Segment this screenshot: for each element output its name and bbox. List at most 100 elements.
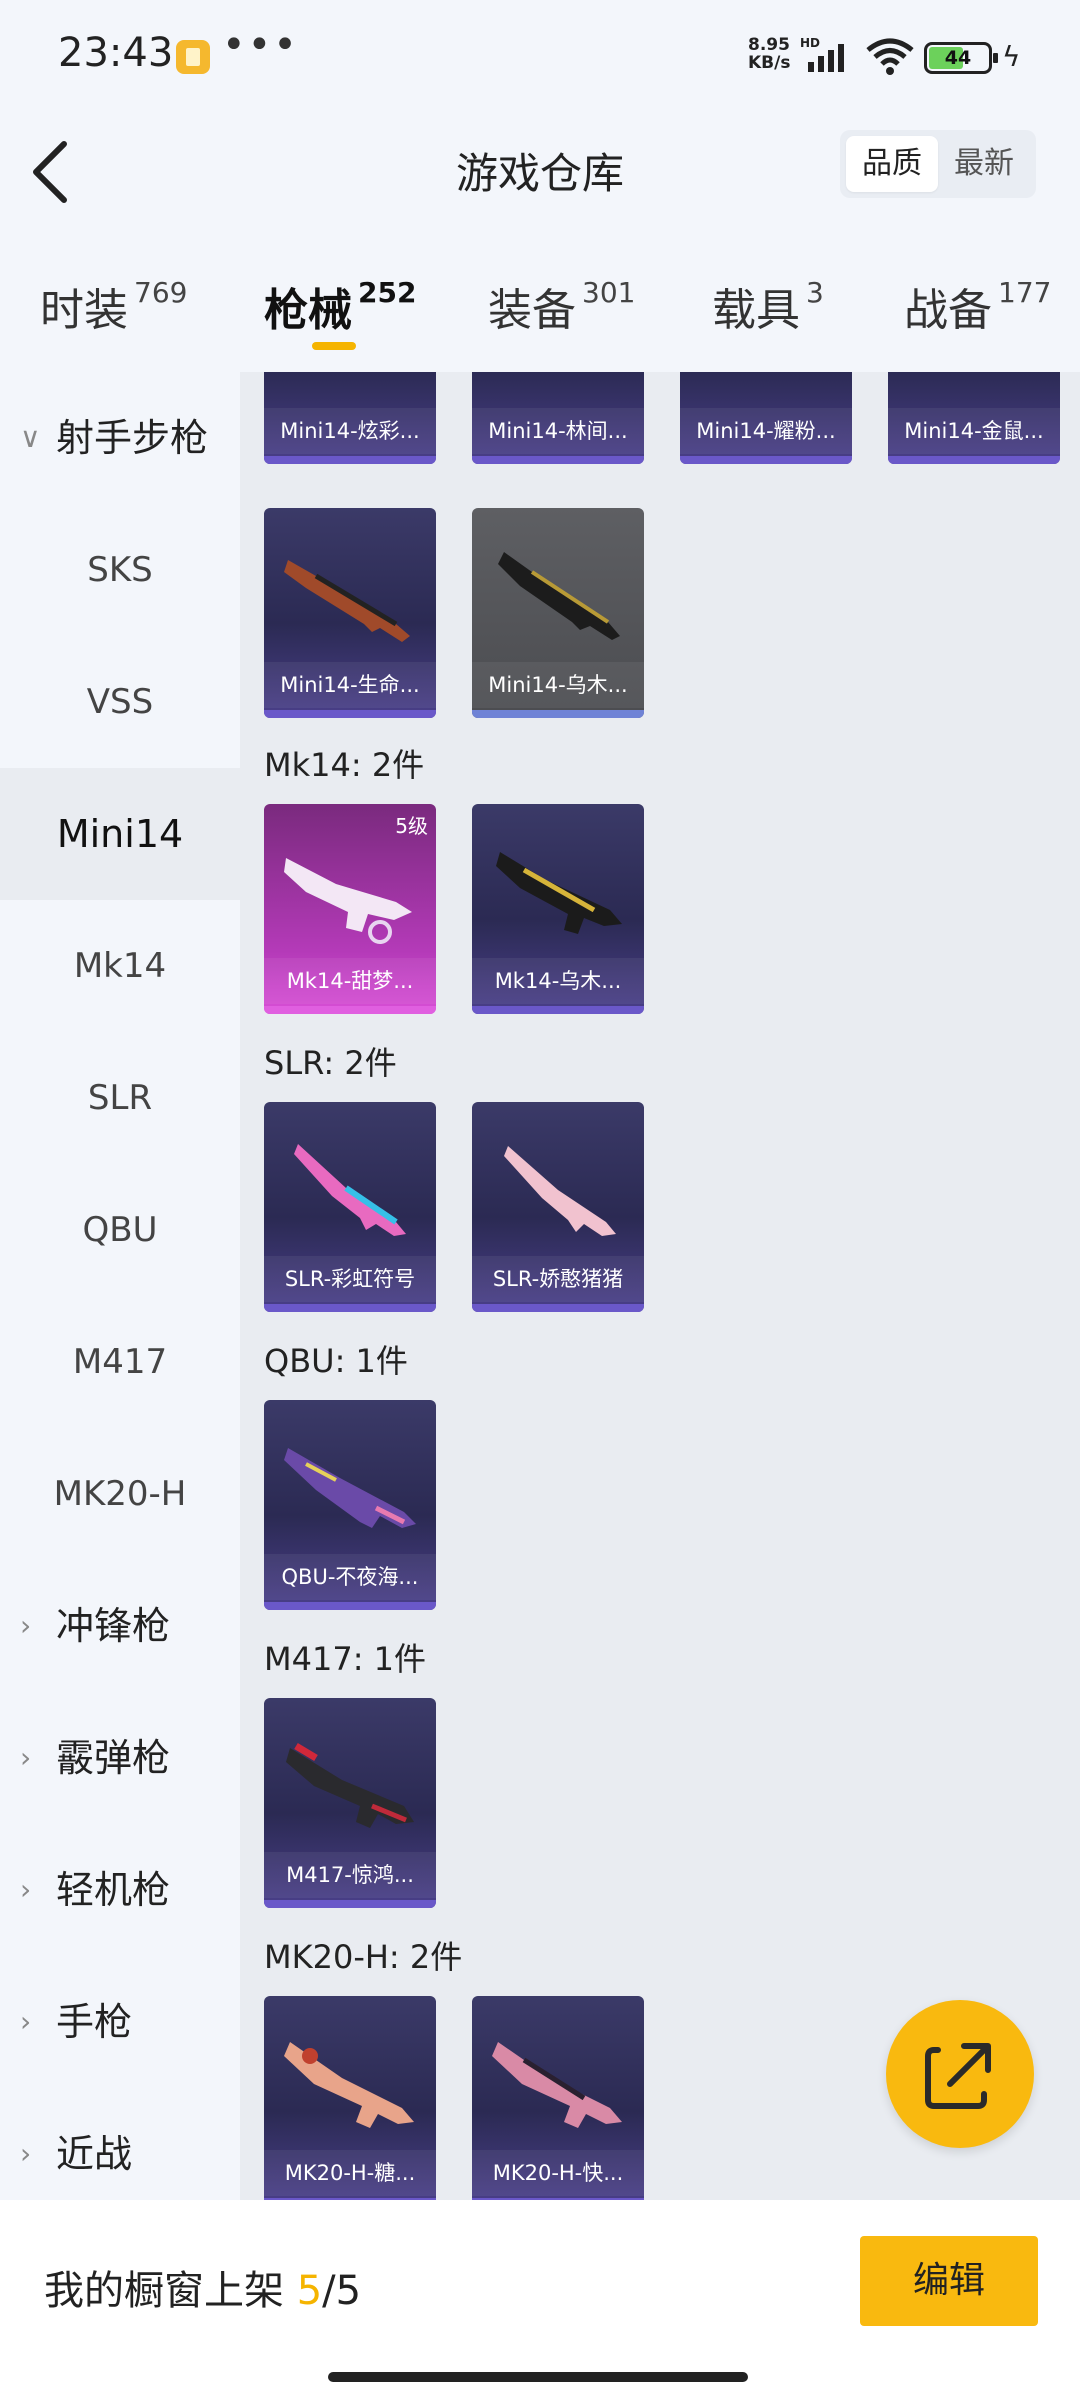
skin-card[interactable]: Mini14-耀粉... [680,372,852,464]
rifle-icon [284,560,410,642]
rifle-icon [496,852,622,934]
tab-vehicles[interactable]: 载具 3 [712,274,824,354]
weapon-type-sidebar: ∨ 射手步枪 SKS VSS Mini14 Mk14 SLR QBU M417 … [0,372,240,2200]
network-speed-unit: KB/s [748,53,791,73]
tab-supplies[interactable]: 战备 177 [904,274,1051,354]
skin-card-name: Mini14-炫彩... [264,408,436,454]
sidebar-group-label: 冲锋枪 [56,1604,171,1648]
skin-card[interactable]: Mk14-乌木... [472,804,644,1014]
skin-card[interactable]: M417-惊鸿... [264,1698,436,1908]
network-speed-value: 8.95 [748,35,790,55]
sidebar-item-mini14[interactable]: Mini14 [0,768,240,900]
network-speed: 8.95 KB/s [748,36,790,72]
skin-card-name: Mk14-乌木... [472,958,644,1004]
sidebar-group-lmg[interactable]: › 轻机枪 [0,1824,240,1956]
sidebar-item-mk20h[interactable]: MK20-H [0,1428,240,1560]
sort-toggle: 品质 最新 [840,130,1036,198]
section-label-qbu: QBU: 1件 [264,1342,408,1380]
rifle-icon [284,858,412,944]
tab-fashion[interactable]: 时装 769 [40,274,187,354]
skin-card[interactable]: 5级 Mk14-甜梦... [264,804,436,1014]
showcase-count-current: 5 [296,2268,323,2314]
skin-card[interactable]: QBU-不夜海... [264,1400,436,1610]
section-label-slr: SLR: 2件 [264,1044,397,1082]
sort-by-newest-button[interactable]: 最新 [938,136,1030,192]
rifle-icon [284,2042,414,2128]
section-label-m417: M417: 1件 [264,1640,427,1678]
sidebar-group-label: 轻机枪 [56,1868,171,1912]
skin-card[interactable]: MK20-H-糖... [264,1996,436,2200]
skin-card[interactable]: Mini14-金鼠... [888,372,1060,464]
tab-count: 301 [582,276,636,309]
rifle-icon [286,1742,414,1828]
share-button[interactable] [886,2000,1034,2148]
tab-count: 3 [806,276,824,309]
status-bar: 23:43 ••• 8.95 KB/s HD 44 ϟ [0,0,1080,110]
rifle-icon [498,552,620,640]
tab-equipment[interactable]: 装备 301 [488,274,635,354]
sidebar-group-smg[interactable]: › 冲锋枪 [0,1560,240,1692]
chevron-right-icon: › [20,1873,32,1906]
section-label-mk20h: MK20-H: 2件 [264,1938,463,1976]
tab-count: 252 [358,276,417,309]
tab-label: 战备 [904,285,992,336]
sidebar-group-label: 霰弹枪 [56,1736,171,1780]
battery-icon: 44 [924,42,998,74]
skin-card[interactable]: SLR-娇憨猪猪 [472,1102,644,1312]
notification-app-icon [176,40,210,74]
skin-card-name: QBU-不夜海... [264,1554,436,1600]
skin-card-name: Mini14-耀粉... [680,408,852,454]
sort-by-quality-button[interactable]: 品质 [846,136,938,192]
sidebar-group-marksman-rifles[interactable]: ∨ 射手步枪 [0,372,240,504]
sidebar-item-m417[interactable]: M417 [0,1296,240,1428]
skin-card-name: Mini14-乌木... [472,662,644,708]
rifle-icon [294,1144,406,1236]
status-time: 23:43 [58,30,174,76]
skin-card-name: Mini14-林间... [472,408,644,454]
tab-count: 769 [134,276,188,309]
share-external-icon [925,2043,991,2109]
tab-label: 时装 [40,285,128,336]
weapon-skin-list: Mini14-炫彩... Mini14-林间... Mini14-耀粉... M… [240,372,1080,2200]
status-more-icon: ••• [222,22,299,68]
showcase-footer: 我的橱窗上架 5/5 编辑 [0,2200,1080,2400]
showcase-label: 我的橱窗上架 [44,2268,284,2314]
tab-label: 装备 [488,285,576,336]
rifle-icon [284,1448,416,1528]
skin-card[interactable]: Mini14-生命... [264,508,436,718]
tab-label: 枪械 [264,285,352,336]
sidebar-group-label: 射手步枪 [56,416,209,460]
battery-level: 44 [944,47,972,69]
tab-count: 177 [998,276,1052,309]
skin-card[interactable]: Mini14-乌木... [472,508,644,718]
sidebar-item-sks[interactable]: SKS [0,504,240,636]
skin-card-name: MK20-H-快... [472,2150,644,2196]
category-tabs: 时装 769 枪械 252 装备 301 载具 3 战备 177 [0,270,1080,370]
charging-icon: ϟ [1002,40,1021,73]
chevron-down-icon: ∨ [20,421,41,454]
signal-icon [808,44,844,72]
home-indicator[interactable] [328,2372,748,2382]
showcase-count-total: /5 [322,2268,362,2314]
skin-card-name: M417-惊鸿... [264,1852,436,1898]
sidebar-item-mk14[interactable]: Mk14 [0,900,240,1032]
chevron-right-icon: › [20,1741,32,1774]
skin-card[interactable]: Mini14-炫彩... [264,372,436,464]
sidebar-group-shotguns[interactable]: › 霰弹枪 [0,1692,240,1824]
skin-card[interactable]: Mini14-林间... [472,372,644,464]
sidebar-group-label: 手枪 [56,2000,133,2044]
sidebar-group-pistols[interactable]: › 手枪 [0,1956,240,2088]
tab-label: 载具 [712,285,800,336]
sidebar-item-slr[interactable]: SLR [0,1032,240,1164]
sidebar-item-vss[interactable]: VSS [0,636,240,768]
sidebar-group-melee[interactable]: › 近战 [0,2088,240,2200]
edit-button[interactable]: 编辑 [860,2236,1038,2326]
skin-card[interactable]: SLR-彩虹符号 [264,1102,436,1312]
skin-card[interactable]: MK20-H-快... [472,1996,644,2200]
header: 游戏仓库 品质 最新 [0,110,1080,270]
skin-card-name: Mini14-生命... [264,662,436,708]
sidebar-item-qbu[interactable]: QBU [0,1164,240,1296]
skin-card-name: Mini14-金鼠... [888,408,1060,454]
skin-card-name: MK20-H-糖... [264,2150,436,2196]
showcase-count: 我的橱窗上架 5/5 [44,2258,361,2316]
